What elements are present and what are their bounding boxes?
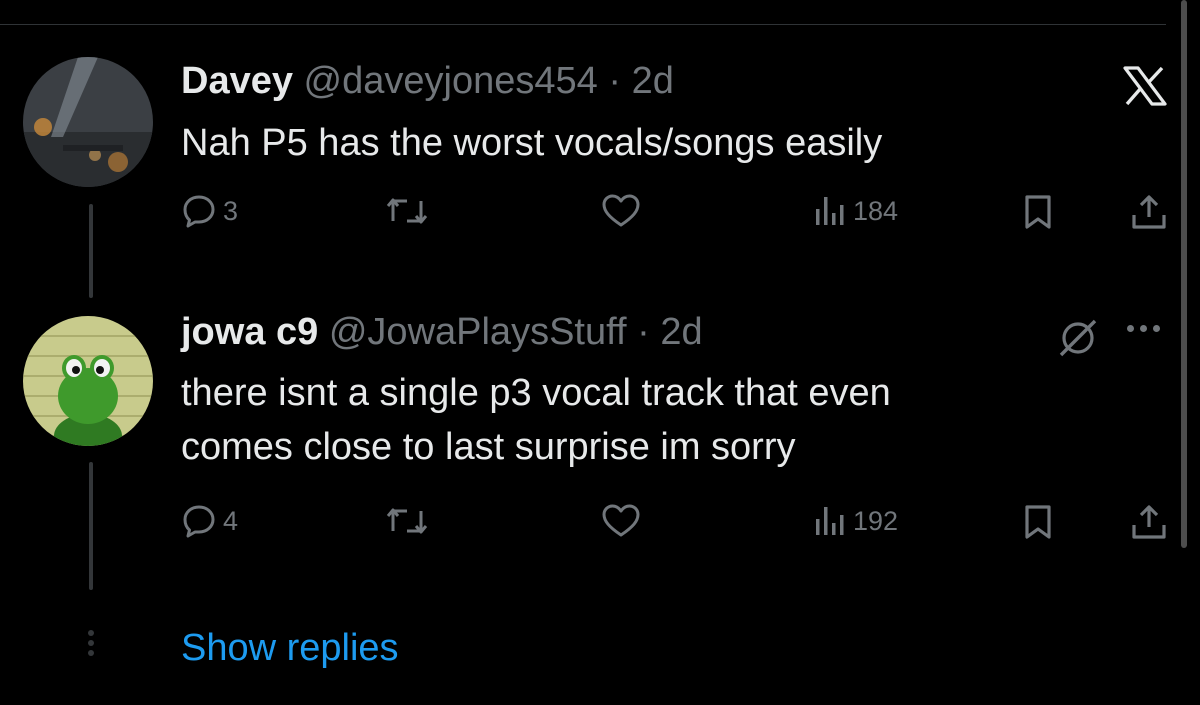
scrollbar[interactable] bbox=[1181, 0, 1187, 548]
bookmark-button[interactable] bbox=[1020, 193, 1056, 231]
like-button[interactable] bbox=[601, 503, 641, 539]
thread-line bbox=[89, 204, 93, 298]
share-icon bbox=[1129, 503, 1169, 541]
action-bar: 3 184 bbox=[181, 193, 1181, 239]
avatar[interactable] bbox=[23, 316, 153, 446]
grok-icon[interactable] bbox=[1055, 315, 1101, 366]
more-icon[interactable] bbox=[1127, 325, 1160, 332]
views-button[interactable]: 184 bbox=[813, 193, 898, 229]
reply-button[interactable]: 4 bbox=[181, 503, 238, 539]
bookmark-button[interactable] bbox=[1020, 503, 1056, 541]
like-button[interactable] bbox=[601, 193, 641, 229]
thread-line bbox=[89, 462, 93, 590]
reply-count: 4 bbox=[223, 505, 239, 536]
more-replies-dots bbox=[84, 630, 98, 660]
share-icon bbox=[1129, 193, 1169, 231]
reply-icon bbox=[181, 503, 217, 539]
reply-count: 3 bbox=[223, 195, 239, 226]
tweet-text: Nah P5 has the worst vocals/songs easily bbox=[181, 122, 883, 164]
avatar[interactable] bbox=[23, 57, 153, 187]
action-bar: 4 192 bbox=[181, 503, 1181, 549]
reply-button[interactable]: 3 bbox=[181, 193, 238, 229]
bookmark-icon bbox=[1020, 193, 1056, 231]
reply-icon bbox=[181, 193, 217, 229]
separator: · bbox=[608, 60, 621, 102]
tweet-text: there isnt a single p3 vocal track that … bbox=[181, 366, 891, 474]
top-divider bbox=[0, 24, 1166, 25]
repost-button[interactable] bbox=[385, 503, 429, 539]
tweet-header: Davey @daveyjones454 · 2d bbox=[181, 58, 674, 104]
timestamp[interactable]: 2d bbox=[632, 60, 674, 102]
tweet-text-line: comes close to last surprise im sorry bbox=[181, 426, 796, 468]
views-button[interactable]: 192 bbox=[813, 503, 898, 539]
bookmark-icon bbox=[1020, 503, 1056, 541]
author-name[interactable]: Davey bbox=[181, 60, 293, 102]
share-button[interactable] bbox=[1129, 193, 1169, 231]
repost-icon bbox=[385, 503, 429, 539]
like-icon bbox=[601, 503, 641, 539]
show-replies-link[interactable]: Show replies bbox=[181, 624, 399, 672]
tweet-header: jowa c9 @JowaPlaysStuff · 2d bbox=[181, 309, 703, 355]
view-count: 184 bbox=[853, 195, 899, 226]
like-icon bbox=[601, 193, 641, 229]
share-button[interactable] bbox=[1129, 503, 1169, 541]
views-icon bbox=[813, 193, 847, 229]
views-icon bbox=[813, 503, 847, 539]
view-count: 192 bbox=[853, 505, 899, 536]
x-logo-icon bbox=[1122, 66, 1168, 111]
timestamp[interactable]: 2d bbox=[660, 311, 702, 353]
author-handle[interactable]: @daveyjones454 bbox=[304, 60, 598, 102]
tweet-text-line: there isnt a single p3 vocal track that … bbox=[181, 372, 891, 414]
repost-icon bbox=[385, 193, 429, 229]
author-name[interactable]: jowa c9 bbox=[181, 311, 318, 353]
author-handle[interactable]: @JowaPlaysStuff bbox=[329, 311, 627, 353]
repost-button[interactable] bbox=[385, 193, 429, 229]
separator: · bbox=[637, 311, 650, 353]
